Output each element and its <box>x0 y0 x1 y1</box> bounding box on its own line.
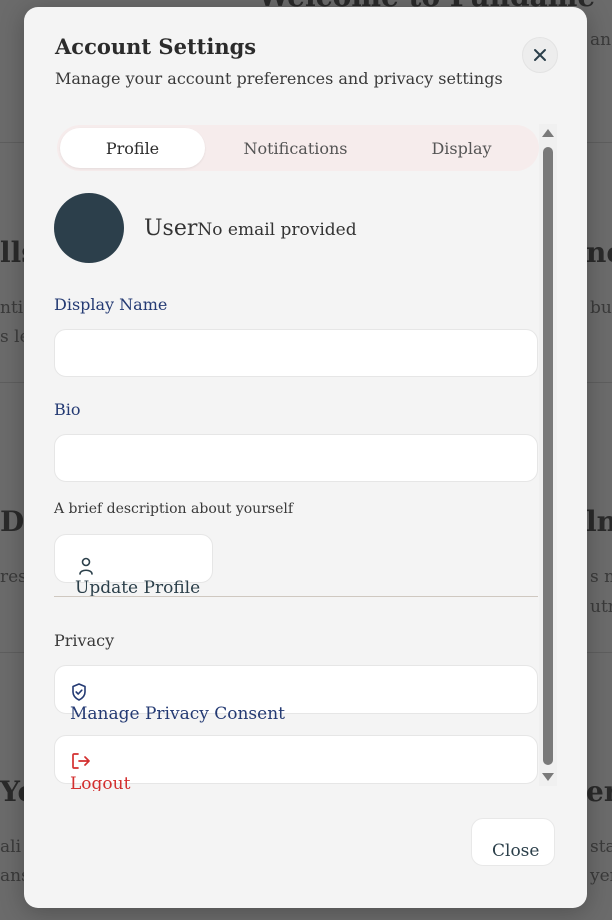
shield-check-icon <box>72 683 86 701</box>
update-profile-label: Update Profile <box>75 578 201 598</box>
display-name-label: Display Name <box>54 295 168 314</box>
background-card-heading: erg <box>586 775 612 808</box>
close-dialog-button[interactable] <box>522 37 558 73</box>
scrollbar-thumb[interactable] <box>543 147 553 765</box>
tab-profile[interactable]: Profile <box>60 128 205 168</box>
background-card-heading: ln <box>586 505 612 538</box>
bio-input[interactable] <box>54 434 538 482</box>
logout-icon <box>72 753 90 769</box>
background-text: ali <box>0 837 22 857</box>
dialog-title: Account Settings <box>55 34 257 59</box>
dialog-scroll-area[interactable]: Profile Notifications Display UserNo ema… <box>24 124 587 791</box>
section-divider <box>54 596 538 597</box>
account-settings-dialog: Account Settings Manage your account pre… <box>24 7 587 908</box>
background-text: s n <box>590 567 612 587</box>
tab-notifications[interactable]: Notifications <box>223 128 368 168</box>
settings-tabs: Profile Notifications Display <box>57 125 539 171</box>
scroll-up-arrow-icon[interactable] <box>541 127 555 139</box>
background-text: yen <box>590 866 612 886</box>
display-name-input[interactable] <box>54 329 538 377</box>
user-identity: UserNo email provided <box>144 216 357 241</box>
background-text: res <box>0 567 27 587</box>
bio-label: Bio <box>54 400 81 419</box>
logout-label: Logout <box>70 774 131 791</box>
avatar <box>54 193 124 263</box>
background-text: sta <box>590 837 612 857</box>
bio-helper-text: A brief description about yourself <box>54 501 294 517</box>
user-name: User <box>144 216 198 241</box>
close-button-label: Close <box>492 841 540 861</box>
manage-privacy-consent-label: Manage Privacy Consent <box>70 704 285 724</box>
scroll-down-arrow-icon[interactable] <box>541 771 555 783</box>
update-profile-button[interactable] <box>54 534 213 583</box>
tab-display[interactable]: Display <box>389 128 534 168</box>
background-text: utr <box>590 597 612 617</box>
background-text: bu <box>590 298 612 318</box>
close-icon <box>534 49 546 61</box>
background-text: an <box>590 30 612 50</box>
user-icon <box>79 557 93 575</box>
close-button[interactable]: Close <box>471 818 555 866</box>
user-email: No email provided <box>197 220 357 240</box>
privacy-section-label: Privacy <box>54 631 115 650</box>
background-card-heading: nc <box>586 236 612 269</box>
background-text: nti <box>0 298 24 318</box>
dialog-subtitle: Manage your account preferences and priv… <box>55 69 503 88</box>
